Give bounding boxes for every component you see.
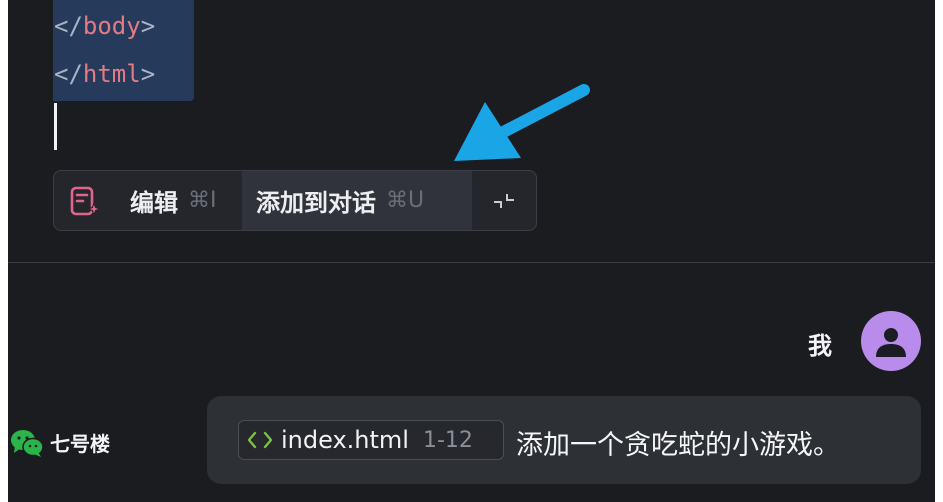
code-punct: > (140, 12, 156, 40)
app-window: </body> </html> 编辑 ⌘I 添加到对话 ⌘U 我 七号楼 ind… (8, 0, 935, 502)
code-punct: </ (54, 60, 83, 88)
add-to-chat-label: 添加到对话 (256, 189, 376, 217)
collapse-button[interactable] (472, 171, 536, 230)
code-punct: </ (54, 12, 83, 40)
message-text: 添加一个贪吃蛇的小游戏。 (516, 430, 840, 461)
text-cursor (54, 103, 57, 150)
person-icon (876, 328, 906, 357)
user-avatar[interactable] (861, 311, 921, 371)
chat-message-bubble: index.html 1-12 添加一个贪吃蛇的小游戏。 (207, 396, 921, 484)
edit-label: 编辑 (130, 189, 178, 217)
edit-button[interactable]: 编辑 ⌘I (54, 171, 242, 230)
pointer-arrow-annotation (454, 84, 590, 161)
panel-divider (8, 262, 935, 263)
file-reference-chip[interactable]: index.html 1-12 (238, 420, 504, 460)
add-to-chat-button[interactable]: 添加到对话 ⌘U (242, 171, 472, 230)
code-tag: html (82, 60, 141, 88)
code-brackets-icon (247, 431, 273, 449)
add-to-chat-shortcut: ⌘U (386, 188, 425, 213)
edit-shortcut: ⌘I (188, 188, 217, 213)
code-editor[interactable]: </body> </html> 编辑 ⌘I 添加到对话 ⌘U (8, 0, 935, 262)
code-tag: body (82, 12, 141, 40)
wechat-icon (11, 430, 44, 457)
code-line-html: </html> (54, 59, 155, 89)
file-line-range: 1-12 (422, 427, 473, 453)
edit-sparkle-icon (70, 186, 100, 217)
code-punct: > (140, 60, 156, 88)
user-name: 我 (808, 332, 832, 360)
file-name: index.html (281, 426, 409, 454)
code-line-body: </body> (54, 11, 155, 41)
contact-name: 七号楼 (50, 432, 110, 456)
collapse-icon (494, 193, 514, 208)
selection-toolbar: 编辑 ⌘I 添加到对话 ⌘U (53, 170, 537, 231)
